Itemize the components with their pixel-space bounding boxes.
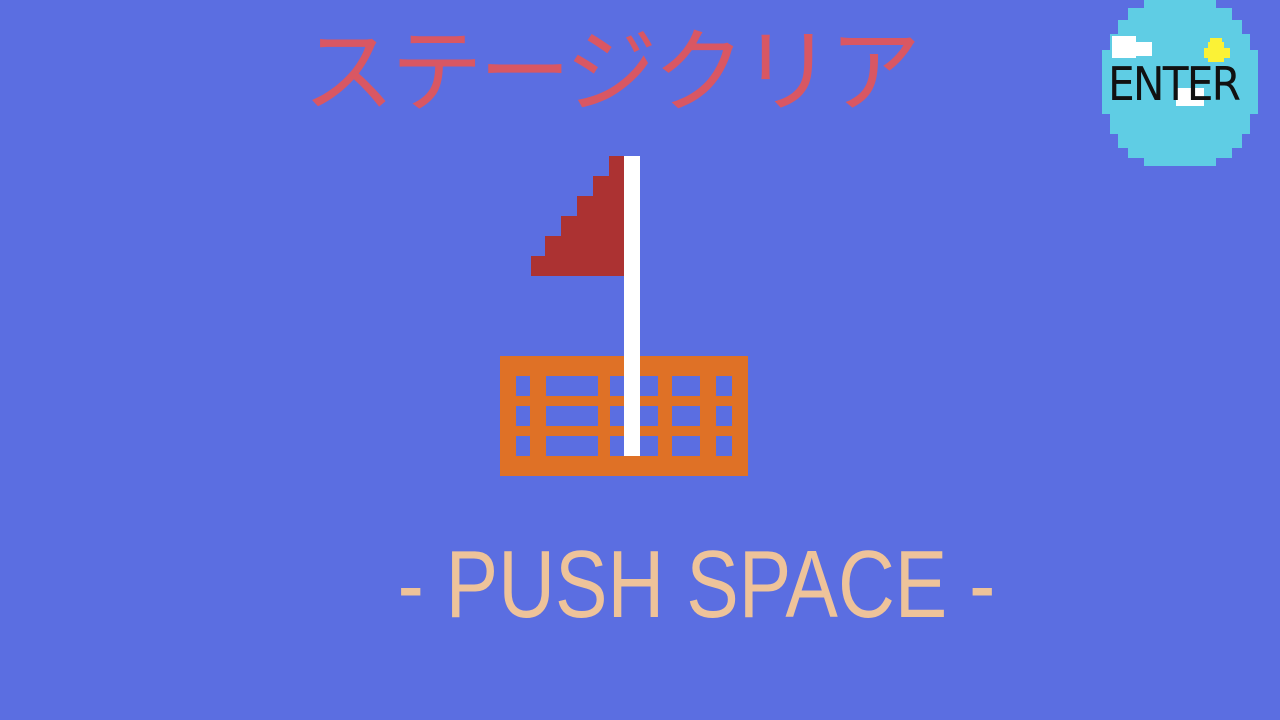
push-space-prompt: - PUSH SPACE - [397, 531, 996, 638]
goal-flag [531, 156, 625, 276]
goal-flag-pole [624, 156, 640, 456]
enter-button[interactable] [1100, 0, 1260, 170]
game-screen: ステージクリア - PUSH SPACE - ENTER [0, 0, 1280, 720]
enter-key-icon [1102, 0, 1258, 166]
